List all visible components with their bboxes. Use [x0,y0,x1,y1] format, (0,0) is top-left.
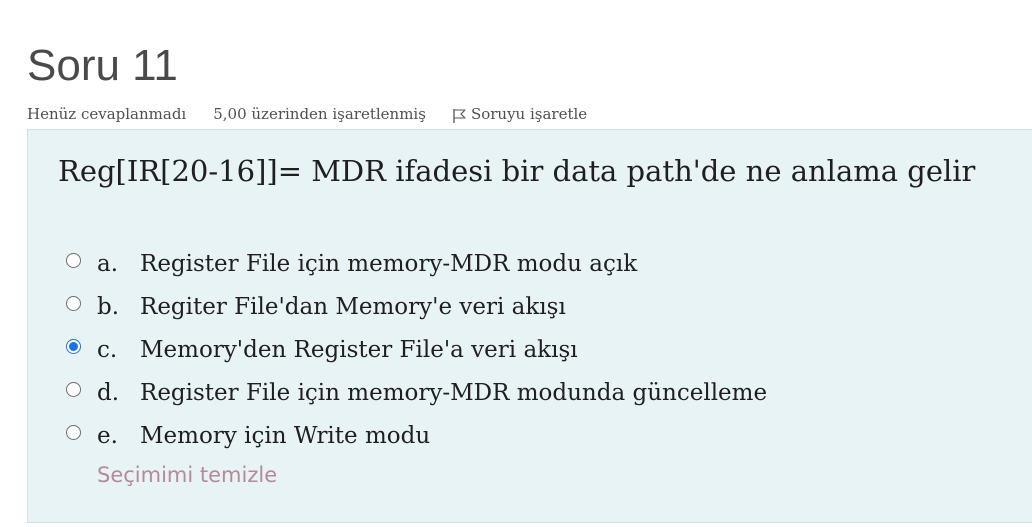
answer-option-d[interactable]: d. Register File için memory-MDR modunda… [66,371,767,414]
answer-option-e[interactable]: e. Memory için Write modu [66,414,767,457]
radio-c[interactable] [66,338,81,354]
answer-letter: c. [97,336,118,363]
answer-status: Henüz cevaplanmadı [27,105,187,123]
answer-text[interactable]: Regiter File'dan Memory'e veri akışı [140,294,566,320]
quiz-page: Soru 11 Henüz cevaplanmadı 5,00 üzerinde… [0,0,1032,527]
answer-text[interactable]: Register File için memory-MDR modu açık [140,251,637,277]
question-info: Henüz cevaplanmadı 5,00 üzerinden işaret… [27,103,587,125]
radio-d[interactable] [66,381,81,397]
answer-option-c[interactable]: c. Memory'den Register File'a veri akışı [66,328,767,371]
flag-icon [452,108,467,124]
answer-text[interactable]: Register File için memory-MDR modunda gü… [140,380,767,406]
clear-selection-link[interactable]: Seçimimi temizle [97,463,277,487]
answer-letter: b. [97,293,120,320]
flag-question-link[interactable]: Soruyu işaretle [452,105,587,124]
answer-letter: e. [97,422,118,449]
question-title: Soru 11 [27,41,178,90]
answer-text[interactable]: Memory'den Register File'a veri akışı [140,337,578,363]
answer-letter: d. [97,379,120,406]
answer-list: a. Register File için memory-MDR modu aç… [66,242,767,457]
flag-question-label: Soruyu işaretle [470,105,588,123]
answer-option-b[interactable]: b. Regiter File'dan Memory'e veri akışı [66,285,767,328]
question-prompt: Reg[IR[20-16]]= MDR ifadesi bir data pat… [58,154,976,188]
question-content: Reg[IR[20-16]]= MDR ifadesi bir data pat… [27,129,1032,523]
grade-info: 5,00 üzerinden işaretlenmiş [213,105,426,123]
answer-option-a[interactable]: a. Register File için memory-MDR modu aç… [66,242,767,285]
answer-text[interactable]: Memory için Write modu [140,423,430,449]
answer-letter: a. [97,250,119,277]
radio-a[interactable] [66,252,81,268]
radio-e[interactable] [66,424,81,440]
radio-b[interactable] [66,295,81,311]
